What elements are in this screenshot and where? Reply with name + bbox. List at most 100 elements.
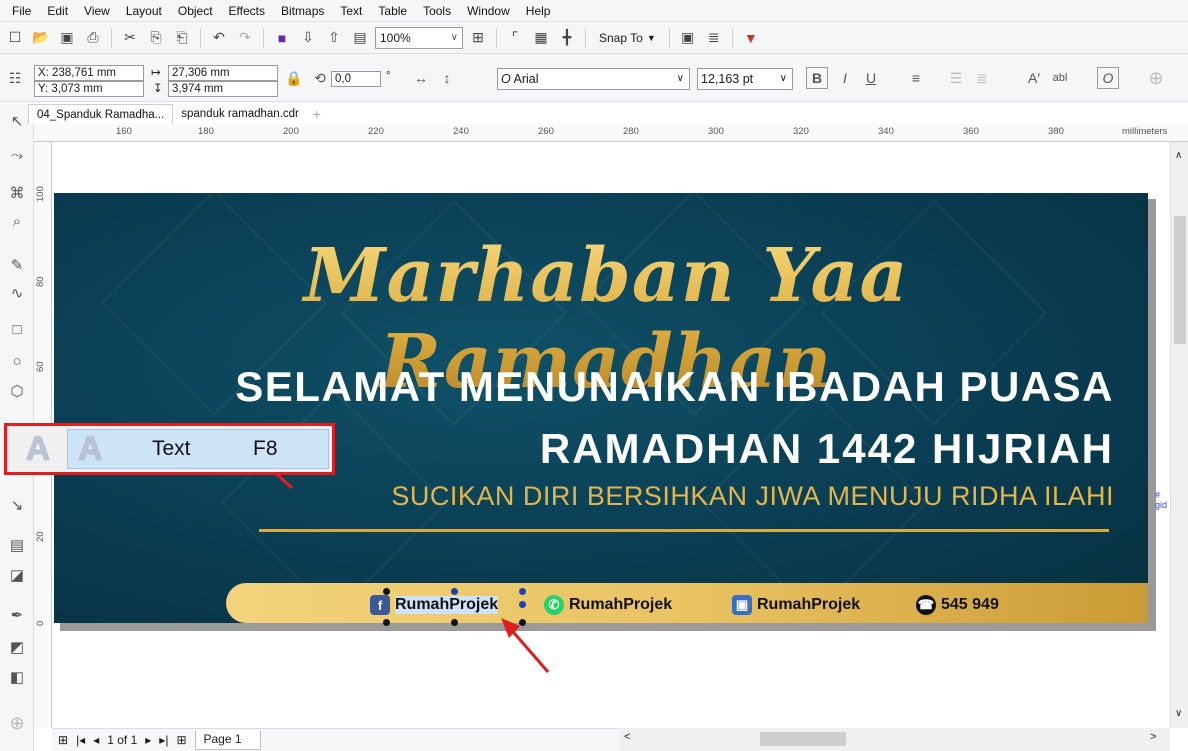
bold-button[interactable]: B (806, 67, 828, 89)
mirror-horizontal-icon[interactable]: ↔ (410, 67, 432, 89)
menu-view[interactable]: View (76, 0, 118, 22)
export-icon[interactable]: ⇧ (323, 27, 345, 49)
show-rulers-icon[interactable]: ⌜ (504, 27, 526, 49)
polygon-tool-icon[interactable]: ⬡ (6, 380, 28, 402)
menu-object[interactable]: Object (170, 0, 221, 22)
menu-table[interactable]: Table (370, 0, 415, 22)
mirror-vertical-icon[interactable]: ↕ (436, 67, 458, 89)
zoom-level-select[interactable]: 100% ∨ (375, 26, 463, 49)
menu-edit[interactable]: Edit (39, 0, 76, 22)
menu-help[interactable]: Help (518, 0, 559, 22)
selection-handle[interactable] (383, 619, 390, 626)
contact-whatsapp[interactable]: ✆ RumahProjek (544, 595, 672, 615)
menu-layout[interactable]: Layout (118, 0, 170, 22)
rotation-field[interactable]: 0,0 (331, 71, 381, 87)
eyedropper-icon[interactable]: ✒ (6, 604, 28, 626)
selection-handle[interactable] (519, 619, 526, 626)
import-icon[interactable]: ⇩ (297, 27, 319, 49)
last-page-icon[interactable]: ▸| (159, 733, 168, 747)
scroll-left-icon[interactable]: < (624, 731, 630, 743)
text-tool-icon[interactable]: A (11, 430, 65, 468)
page-tab-1[interactable]: Page 1 (194, 730, 261, 750)
font-list-select[interactable]: O Arial ∨ (497, 68, 690, 90)
text-orientation-button[interactable]: O (1097, 67, 1119, 89)
text-properties-icon[interactable]: A′ (1023, 67, 1045, 89)
publish-pdf-icon[interactable]: ▤ (349, 27, 371, 49)
selection-handle[interactable] (519, 601, 526, 608)
undo-icon[interactable]: ↶ (208, 27, 230, 49)
ellipse-tool-icon[interactable]: ○ (6, 350, 28, 372)
crop-tool-icon[interactable]: ⌘ (6, 182, 28, 204)
parallel-dimension-icon[interactable]: ↘ (6, 494, 28, 516)
text-tool-menu-item[interactable]: A Text F8 (67, 429, 329, 469)
menu-text[interactable]: Text (332, 0, 370, 22)
drop-shadow-icon[interactable]: ▤ (6, 534, 28, 556)
full-screen-preview-icon[interactable]: ⊞ (467, 27, 489, 49)
scroll-down-icon[interactable]: ∨ (1175, 708, 1182, 719)
save-icon[interactable]: ▣ (56, 27, 78, 49)
smart-fill-icon[interactable]: ◧ (6, 666, 28, 688)
horizontal-scrollbar[interactable]: < > (620, 728, 1170, 751)
scroll-right-icon[interactable]: > (1150, 731, 1156, 743)
contact-instagram[interactable]: ▣ RumahProjek (732, 595, 860, 615)
contact-facebook[interactable]: f RumahProjek (370, 595, 499, 615)
transparency-icon[interactable]: ◪ (6, 564, 28, 586)
horizontal-ruler[interactable]: 160 180 200 220 240 260 280 300 320 340 … (34, 124, 1188, 142)
drop-cap-icon[interactable]: ≣ (971, 67, 993, 89)
copy-icon[interactable]: ⎘ (145, 27, 167, 49)
interactive-fill-icon[interactable]: ◩ (6, 636, 28, 658)
italic-button[interactable]: I (834, 67, 856, 89)
pick-tool-icon[interactable]: ↖ (6, 110, 28, 132)
launch-icon[interactable]: ▼ (740, 27, 762, 49)
scroll-up-icon[interactable]: ∧ (1175, 150, 1182, 161)
selection-handle[interactable] (451, 588, 458, 595)
paste-icon[interactable]: ⎗ (171, 27, 193, 49)
selection-handle[interactable] (451, 619, 458, 626)
options-icon[interactable]: ≣ (703, 27, 725, 49)
add-icon[interactable]: ⊕ (1145, 67, 1167, 89)
redo-icon[interactable]: ↷ (234, 27, 256, 49)
add-tool-icon[interactable]: ⊕ (6, 712, 28, 734)
freehand-tool-icon[interactable]: ✎ (6, 254, 28, 276)
selection-handle[interactable] (383, 588, 390, 595)
snap-to-button[interactable]: Snap To ▼ (593, 31, 662, 45)
previous-page-icon[interactable]: ◂ (93, 733, 99, 747)
font-size-select[interactable]: 12,163 pt ∨ (697, 68, 793, 90)
edit-text-button[interactable]: abl (1049, 67, 1071, 89)
cut-icon[interactable]: ✂ (119, 27, 141, 49)
new-document-icon[interactable]: ☐ (4, 27, 26, 49)
next-page-icon[interactable]: ▸ (145, 733, 151, 747)
open-folder-icon[interactable]: 📂 (30, 27, 52, 49)
insert-page-icon[interactable]: ⊞ (58, 733, 68, 747)
zoom-tool-icon[interactable]: ⌕ (6, 210, 28, 232)
shape-tool-icon[interactable]: ⤳ (6, 144, 28, 166)
menu-bitmaps[interactable]: Bitmaps (273, 0, 332, 22)
print-icon[interactable]: ⎙ (82, 27, 104, 49)
text-alignment-icon[interactable]: ≡ (905, 67, 927, 89)
width-field[interactable]: 27,306 mm (168, 65, 278, 81)
tab-spanduk-ramadhan[interactable]: spanduk ramadhan.cdr (173, 104, 307, 124)
rectangle-tool-icon[interactable]: □ (6, 318, 28, 340)
vertical-scroll-thumb[interactable] (1174, 216, 1186, 344)
first-page-icon[interactable]: |◂ (76, 733, 85, 747)
artistic-media-icon[interactable]: ∿ (6, 282, 28, 304)
y-position-field[interactable]: Y: 3,073 mm (34, 81, 144, 97)
welcome-screen-icon[interactable]: ▣ (677, 27, 699, 49)
lock-ratio-icon[interactable]: 🔒 (283, 67, 305, 89)
add-page-icon[interactable]: ⊞ (176, 733, 186, 747)
add-tab-icon[interactable]: + (307, 104, 327, 124)
contact-phone[interactable]: ☎ 545 949 (916, 595, 999, 615)
search-content-icon[interactable]: ■ (271, 27, 293, 49)
show-guidelines-icon[interactable]: ╋ (556, 27, 578, 49)
height-field[interactable]: 3,974 mm (168, 81, 278, 97)
x-position-field[interactable]: X: 238,761 mm (34, 65, 144, 81)
menu-tools[interactable]: Tools (415, 0, 459, 22)
tab-04-spanduk[interactable]: 04_Spanduk Ramadha... (28, 104, 174, 124)
underline-button[interactable]: U (860, 67, 882, 89)
show-grid-icon[interactable]: ▦ (530, 27, 552, 49)
menu-effects[interactable]: Effects (221, 0, 273, 22)
menu-window[interactable]: Window (459, 0, 518, 22)
object-origin-icon[interactable]: ☷ (4, 67, 26, 89)
selection-handle[interactable] (519, 588, 526, 595)
banner-artwork[interactable]: Marhaban Yaa Ramadhan SELAMAT MENUNAIKAN… (54, 193, 1148, 623)
